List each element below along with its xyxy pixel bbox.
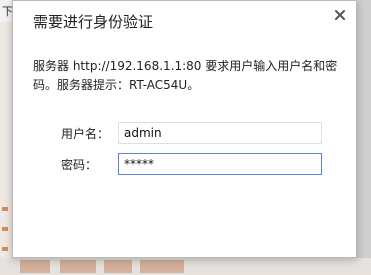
password-input[interactable] (118, 153, 322, 175)
dialog-title: 需要进行身份验证 (33, 13, 154, 31)
background-page-bottom (0, 258, 371, 275)
username-input[interactable] (118, 122, 322, 144)
background-decoration (2, 227, 8, 231)
close-button[interactable] (333, 7, 347, 21)
background-thumbnail (140, 260, 184, 273)
background-page-right (357, 0, 371, 275)
background-thumbnail (20, 260, 50, 273)
background-page-left (0, 22, 12, 275)
username-label: 用户名： (61, 127, 110, 141)
auth-dialog: 需要进行身份验证 服务器 http://192.168.1.1:80 要求用户输… (12, 0, 357, 258)
password-label: 密码： (61, 158, 98, 172)
auth-message: 服务器 http://192.168.1.1:80 要求用户输入用户名和密码。服… (33, 59, 338, 92)
close-icon (335, 10, 345, 20)
background-thumbnail (104, 260, 132, 273)
background-thumbnail (60, 260, 96, 273)
background-decoration (2, 247, 8, 251)
background-tab-strip: 下 (0, 0, 13, 23)
background-decoration (2, 207, 8, 211)
